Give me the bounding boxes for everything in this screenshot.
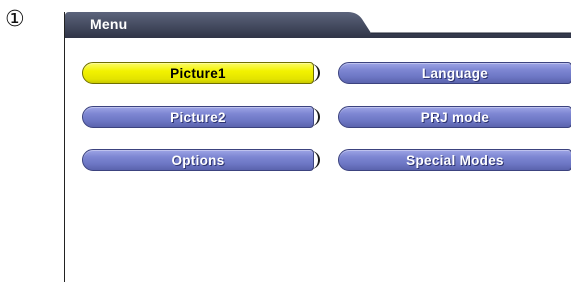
picture2-button[interactable]: Picture2 [82,106,320,128]
menu-tab-header [65,12,571,38]
prj-mode-button[interactable]: PRJ mode [338,106,571,128]
menu-tab-title: Menu [90,16,128,32]
step-number-marker: ① [5,7,25,32]
special-modes-button[interactable]: Special Modes [338,149,571,171]
osd-menu-panel: Menu Picture1 Language Picture2 PRJ mode… [64,12,571,282]
options-button[interactable]: Options [82,149,320,171]
picture1-button[interactable]: Picture1 [82,62,320,84]
language-button[interactable]: Language [338,62,571,84]
